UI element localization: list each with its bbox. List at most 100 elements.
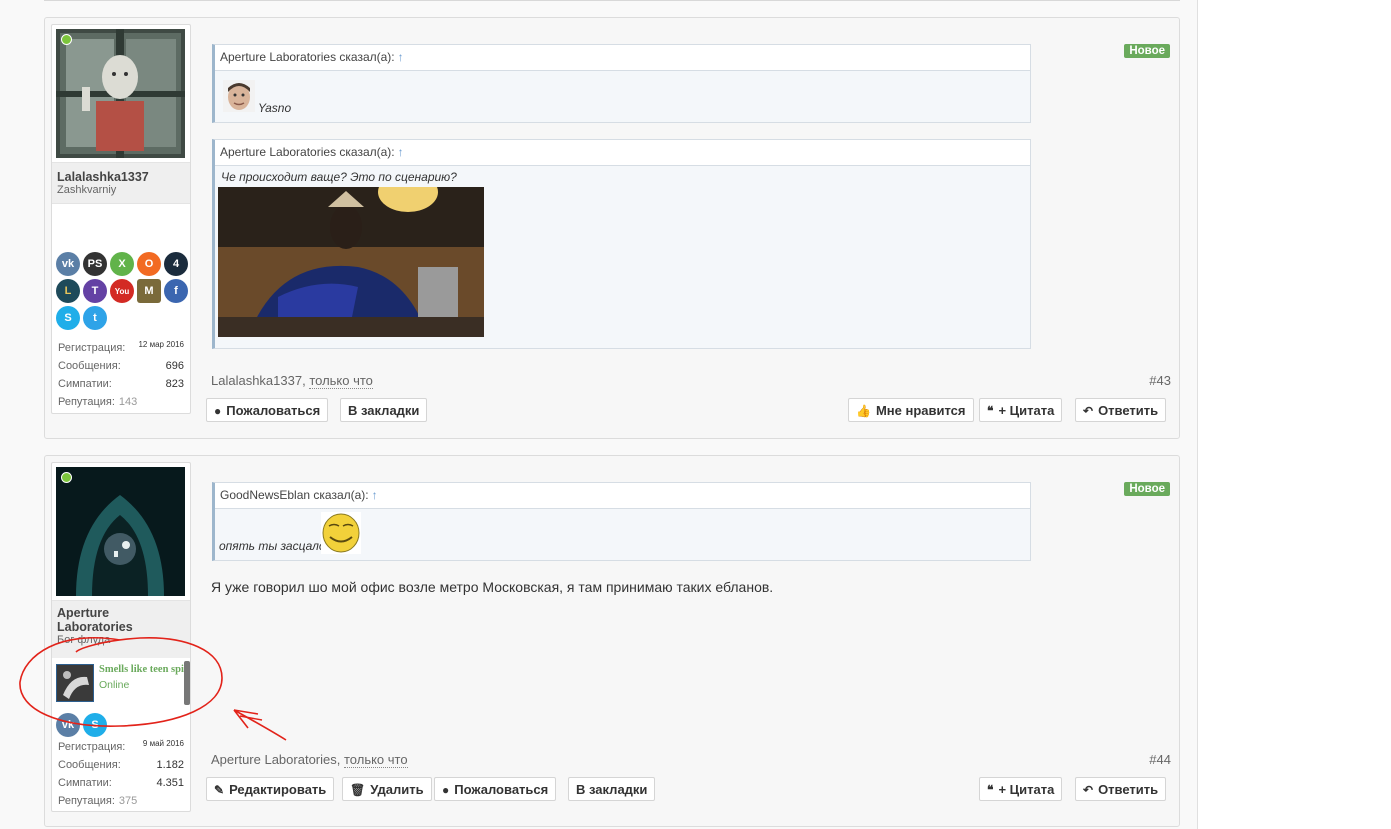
bookmark-button[interactable]: В закладки bbox=[340, 398, 428, 422]
quote-header: Aperture Laboratories сказал(а): ↑ bbox=[215, 45, 1030, 71]
likes-count: 823 bbox=[165, 378, 184, 390]
alert-icon: ● bbox=[214, 404, 222, 418]
edit-button[interactable]: ✎ Редактировать bbox=[206, 777, 335, 801]
divider bbox=[44, 0, 1180, 1]
kappa-emote-icon bbox=[223, 80, 255, 112]
quote-icon: ❝ bbox=[987, 404, 994, 418]
stat-label: Симпатии: bbox=[58, 378, 112, 390]
vk-icon[interactable]: vk bbox=[56, 713, 80, 737]
scrollbar[interactable] bbox=[184, 661, 190, 705]
quote-icon: ❝ bbox=[987, 783, 994, 797]
thread-column: Lalalashka1337 Zashkvarniy vk PS X O 4 L… bbox=[0, 0, 1198, 829]
vk-icon[interactable]: vk bbox=[56, 252, 80, 276]
user-stats: Регистрация: 12 мар 2016 Сообщения: 696 Си… bbox=[58, 339, 184, 411]
quote-author: Aperture Laboratories сказал(а): bbox=[220, 145, 395, 159]
avatar[interactable] bbox=[56, 467, 185, 596]
battlenet-icon[interactable]: 4 bbox=[164, 252, 188, 276]
quote-body: Yasno bbox=[215, 71, 1030, 123]
post-meta: Lalalashka1337, только что bbox=[211, 373, 373, 389]
stat-label: Симпатии: bbox=[58, 777, 112, 789]
quote-text: Че происходит ваще? Это по сценарию? bbox=[221, 170, 457, 184]
alert-icon: ● bbox=[442, 783, 450, 797]
post-meta: Aperture Laboratories, только что bbox=[211, 752, 408, 768]
quote-block: Aperture Laboratories сказал(а): ↑ Yasno bbox=[212, 44, 1031, 123]
post-time[interactable]: только что bbox=[309, 373, 373, 389]
stat-label: Регистрация: bbox=[58, 342, 126, 354]
user-stats: Регистрация: 9 май 2016 Сообщения: 1.182 С… bbox=[58, 738, 184, 810]
quote-block: Aperture Laboratories сказал(а): ↑ Че про… bbox=[212, 139, 1031, 349]
twitch-icon[interactable]: T bbox=[83, 279, 107, 303]
quote-text: Yasno bbox=[258, 101, 292, 115]
online-indicator bbox=[61, 34, 72, 45]
bookmark-button[interactable]: В закладки bbox=[568, 777, 656, 801]
reply-icon: ↶ bbox=[1083, 404, 1094, 418]
troll-face-emote-icon bbox=[321, 512, 361, 554]
quote-arrow-icon[interactable]: ↑ bbox=[398, 145, 404, 159]
quote-body: опять ты засцало bbox=[215, 509, 1030, 561]
skype-icon[interactable]: S bbox=[56, 306, 80, 330]
user-card: Aperture Laboratories Бог флуда Smells l… bbox=[51, 462, 191, 812]
quote-text: опять ты засцало bbox=[219, 539, 326, 553]
minecraft-icon[interactable]: M bbox=[137, 279, 161, 303]
likes-count: 4.351 bbox=[156, 777, 184, 789]
trash-icon: 🗑 bbox=[350, 783, 366, 797]
quote-author: GoodNewsEblan сказал(а): bbox=[220, 488, 369, 502]
pencil-icon: ✎ bbox=[214, 783, 225, 797]
registration-date: 9 май 2016 bbox=[142, 739, 184, 748]
message-count[interactable]: 1.182 bbox=[156, 756, 184, 774]
online-indicator bbox=[61, 472, 72, 483]
author-block: Aperture Laboratories Бог флуда bbox=[52, 600, 190, 659]
track-title[interactable]: Smells like teen spirit bbox=[99, 664, 185, 675]
stat-label: Регистрация: bbox=[58, 741, 126, 753]
reply-icon: ↶ bbox=[1083, 783, 1094, 797]
quote-header: GoodNewsEblan сказал(а): ↑ bbox=[215, 483, 1030, 509]
stat-label: Репутация: bbox=[58, 396, 115, 408]
twitter-icon[interactable]: t bbox=[83, 306, 107, 330]
youtube-icon[interactable]: You bbox=[110, 279, 134, 303]
post-number[interactable]: #43 bbox=[1149, 373, 1171, 388]
report-button[interactable]: ● Пожаловаться bbox=[206, 398, 329, 422]
new-badge: Новое bbox=[1124, 44, 1170, 58]
message-count[interactable]: 696 bbox=[166, 357, 184, 375]
album-art bbox=[56, 664, 94, 702]
post-time[interactable]: только что bbox=[343, 752, 408, 768]
registration-date: 12 мар 2016 bbox=[138, 340, 184, 349]
post-44: Aperture Laboratories Бог флуда Smells l… bbox=[44, 455, 1180, 827]
quote-author: Aperture Laboratories сказал(а): bbox=[220, 50, 395, 64]
quote-button[interactable]: ❝ + Цитата bbox=[979, 398, 1063, 422]
delete-button[interactable]: 🗑 Удалить bbox=[342, 777, 432, 801]
reputation-value: 143 bbox=[118, 396, 138, 408]
thumbs-up-icon: 👍 bbox=[856, 404, 871, 418]
new-badge: Новое bbox=[1124, 482, 1170, 496]
reputation-value: 375 bbox=[118, 795, 138, 807]
reply-button[interactable]: ↶ Ответить bbox=[1075, 777, 1167, 801]
quoted-image[interactable] bbox=[218, 187, 484, 337]
origin-icon[interactable]: O bbox=[137, 252, 161, 276]
meta-author[interactable]: Aperture Laboratories bbox=[211, 752, 337, 767]
stat-label: Сообщения: bbox=[58, 759, 121, 771]
meta-author[interactable]: Lalalashka1337 bbox=[211, 373, 302, 388]
avatar[interactable] bbox=[56, 29, 185, 158]
track-status: Online bbox=[99, 679, 130, 691]
post-message: Я уже говорил шо мой офис возле метро Мо… bbox=[211, 579, 774, 595]
playstation-icon[interactable]: PS bbox=[83, 252, 107, 276]
post-number[interactable]: #44 bbox=[1149, 752, 1171, 767]
reply-button[interactable]: ↶ Ответить bbox=[1075, 398, 1167, 422]
lol-icon[interactable]: L bbox=[56, 279, 80, 303]
author-name[interactable]: Lalalashka1337 bbox=[52, 170, 190, 184]
author-name[interactable]: Aperture Laboratories bbox=[52, 606, 190, 634]
post-43: Lalalashka1337 Zashkvarniy vk PS X O 4 L… bbox=[44, 17, 1180, 439]
quote-arrow-icon[interactable]: ↑ bbox=[398, 50, 404, 64]
facebook-icon[interactable]: f bbox=[164, 279, 188, 303]
skype-icon[interactable]: S bbox=[83, 713, 107, 737]
like-button[interactable]: 👍 Мне нравится bbox=[848, 398, 974, 422]
spotify-widget[interactable]: Smells like teen spirit Online bbox=[52, 658, 190, 708]
user-title: Бог флуда bbox=[57, 634, 111, 646]
quote-header: Aperture Laboratories сказал(а): ↑ bbox=[215, 140, 1030, 166]
report-button[interactable]: ● Пожаловаться bbox=[434, 777, 557, 801]
stat-label: Сообщения: bbox=[58, 360, 121, 372]
xbox-icon[interactable]: X bbox=[110, 252, 134, 276]
quote-button[interactable]: ❝ + Цитата bbox=[979, 777, 1063, 801]
quote-block: GoodNewsEblan сказал(а): ↑ опять ты засца… bbox=[212, 482, 1031, 561]
quote-arrow-icon[interactable]: ↑ bbox=[372, 488, 378, 502]
